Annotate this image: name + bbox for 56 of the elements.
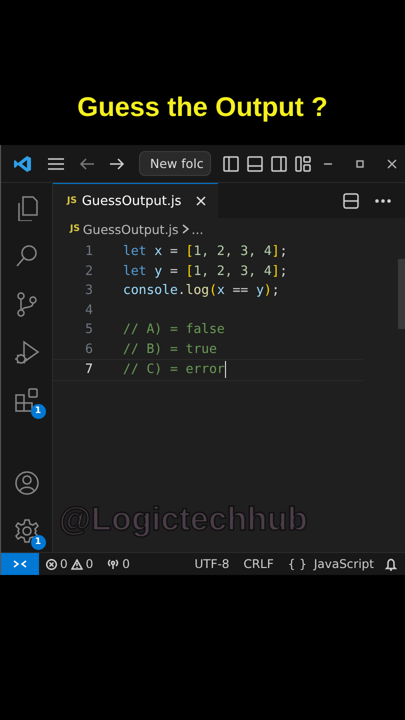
split-editor-icon[interactable]: [343, 192, 359, 208]
file-type-label: JS: [70, 224, 80, 234]
line-number: 3: [84, 283, 94, 298]
error-count: 0: [60, 557, 68, 571]
line-ending-status[interactable]: CRLF: [236, 557, 281, 571]
close-icon[interactable]: [386, 158, 397, 168]
play-bug-icon[interactable]: [14, 339, 40, 365]
chevron-icon: [182, 224, 189, 234]
remote-icon[interactable]: [1, 553, 39, 575]
code-line: // C) = error: [123, 362, 225, 378]
code-line: let y = [1, 2, 3, 4];: [123, 264, 288, 279]
code-line: // A) = false: [123, 322, 225, 338]
problems-status[interactable]: 0 0: [39, 557, 100, 571]
search-icon[interactable]: [14, 243, 40, 269]
code-editor-logo-icon: [13, 154, 33, 174]
antenna-icon: [107, 558, 120, 570]
settings-icon[interactable]: [14, 518, 40, 544]
braces-icon: { }: [288, 557, 307, 571]
ports-status[interactable]: 0: [100, 557, 137, 571]
error-icon: [46, 558, 57, 570]
extensions-icon[interactable]: [14, 387, 40, 413]
language-label: JavaScript: [314, 557, 374, 571]
menu-icon[interactable]: [47, 156, 65, 170]
line-number: 4: [84, 302, 94, 318]
count-badge: 1: [30, 404, 46, 419]
bell-icon[interactable]: [385, 558, 397, 570]
customize-layout-icon[interactable]: [294, 156, 311, 172]
port-count: 0: [122, 557, 130, 571]
code-line: // B) = true: [123, 342, 217, 357]
warning-icon: [70, 558, 83, 570]
code-line: let x = [1, 2, 3, 4];: [123, 244, 288, 260]
headline: Guess the Output ?: [77, 92, 328, 123]
warning-count: 0: [86, 557, 94, 571]
line-number: 2: [84, 264, 94, 279]
count-badge: 1: [30, 535, 46, 550]
line-number: 7: [84, 362, 94, 378]
scrollbar-thumb[interactable]: [398, 259, 405, 329]
breadcrumb-item[interactable]: ...: [192, 222, 204, 236]
back-arrow-icon[interactable]: [79, 156, 95, 170]
breadcrumb-item[interactable]: GuessOutput.js: [82, 222, 179, 236]
panel-layout-icon[interactable]: [246, 156, 263, 172]
text-cursor: [224, 361, 226, 378]
line-number: 1: [84, 244, 94, 260]
sidebar-layout-icon[interactable]: [222, 156, 239, 172]
more-icon[interactable]: [375, 198, 391, 202]
split-layout-icon[interactable]: [270, 156, 287, 172]
encoding-status[interactable]: UTF-8: [187, 557, 236, 571]
maximize-icon[interactable]: [354, 158, 365, 168]
command-center[interactable]: New folc: [139, 151, 211, 176]
line-number: 5: [84, 322, 94, 338]
editor-tab[interactable]: JS GuessOutput.js: [53, 183, 218, 218]
code-line: console.log(x == y);: [123, 283, 280, 298]
account-icon[interactable]: [14, 470, 40, 496]
line-number: 6: [84, 342, 94, 357]
language-status[interactable]: { } JavaScript: [280, 557, 381, 571]
forward-arrow-icon[interactable]: [109, 156, 125, 170]
